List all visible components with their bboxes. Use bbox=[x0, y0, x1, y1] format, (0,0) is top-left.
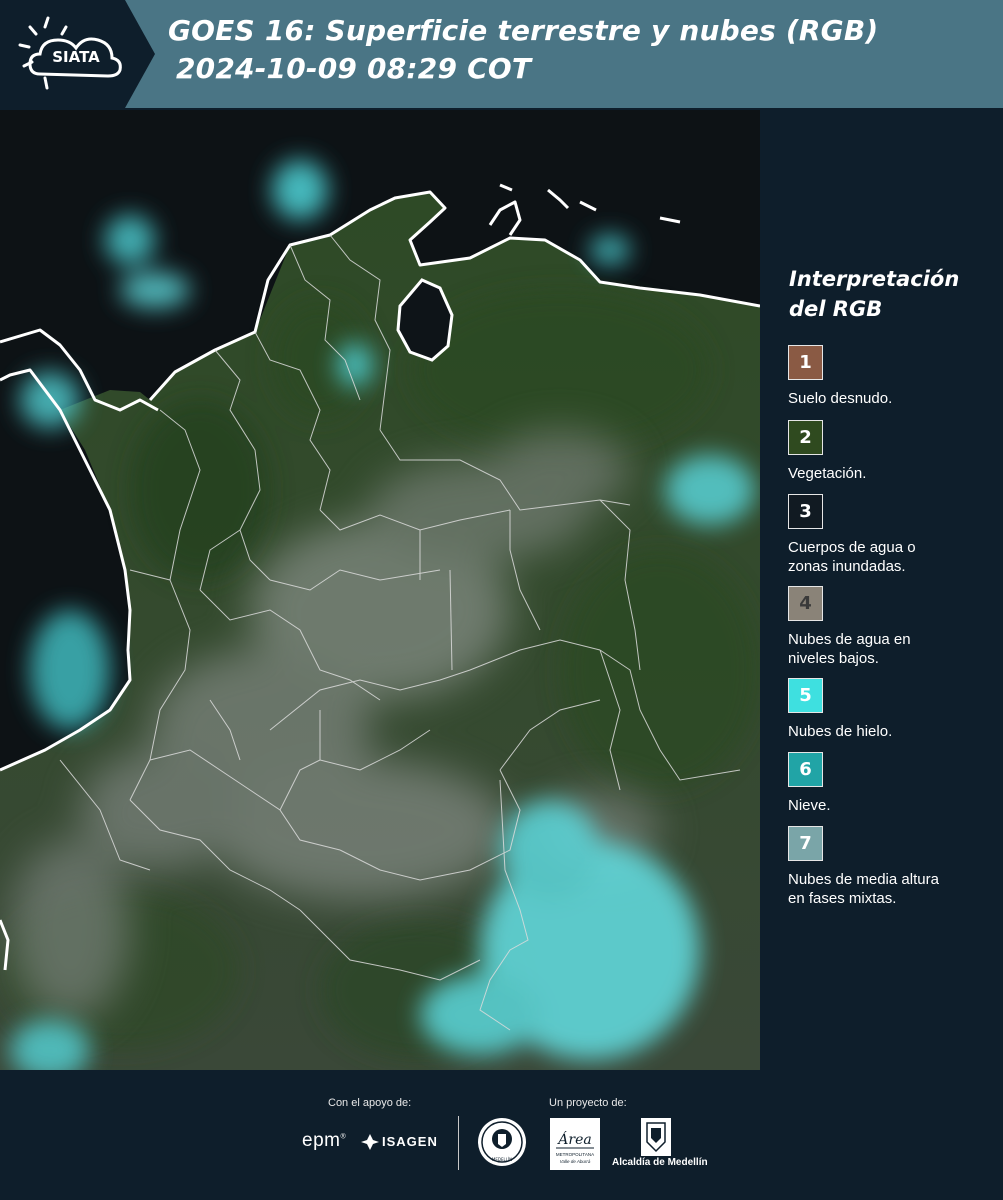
legend-label: Nieve. bbox=[788, 797, 831, 814]
alcaldia-shield-icon bbox=[641, 1118, 671, 1156]
legend-swatch: 2 bbox=[788, 420, 823, 455]
area-metropolitana-logo[interactable]: Área METROPOLITANA Valle de Aburrá bbox=[550, 1118, 600, 1170]
legend-swatch: 7 bbox=[788, 826, 823, 861]
epm-logo[interactable]: epm® bbox=[302, 1130, 346, 1152]
legend-label: Suelo desnudo. bbox=[788, 390, 893, 407]
isagen-icon bbox=[361, 1134, 379, 1150]
legend-label: Nubes de agua en niveles bajos. bbox=[788, 631, 911, 667]
legend-label: Nubes de media altura en fases mixtas. bbox=[788, 871, 939, 907]
svg-text:METROPOLITANA: METROPOLITANA bbox=[556, 1152, 594, 1157]
legend-title: Interpretación del RGB bbox=[789, 264, 989, 324]
legend-label: Cuerpos de agua o zonas inundadas. bbox=[788, 539, 916, 575]
rgb-legend: Interpretación del RGB 1 Suelo desnudo. … bbox=[760, 110, 1003, 1070]
legend-label: Nubes de hielo. bbox=[788, 723, 893, 740]
legend-swatch: 4 bbox=[788, 586, 823, 621]
svg-text:MEDELLÍN: MEDELLÍN bbox=[492, 1157, 512, 1162]
title-line-2: 2024-10-09 08:29 COT bbox=[176, 52, 532, 85]
footer: Con el apoyo de: Un proyecto de: epm® IS… bbox=[0, 1070, 1003, 1200]
page-title: GOES 16: Superficie terrestre y nubes (R… bbox=[168, 12, 878, 88]
legend-swatch: 6 bbox=[788, 752, 823, 787]
legend-item-vegetation: 2 Vegetación. bbox=[788, 420, 998, 483]
legend-title-line-1: Interpretación bbox=[789, 267, 960, 291]
medellin-seal-icon[interactable]: MEDELLÍN bbox=[476, 1116, 528, 1168]
legend-title-line-2: del RGB bbox=[789, 297, 883, 321]
svg-text:Valle de Aburrá: Valle de Aburrá bbox=[560, 1159, 591, 1164]
header-bar: SIATA GOES 16: Superficie terrestre y nu… bbox=[0, 0, 1003, 108]
title-line-1: GOES 16: Superficie terrestre y nubes (R… bbox=[168, 14, 879, 47]
project-label: Un proyecto de: bbox=[549, 1097, 627, 1109]
legend-item-low-water-clouds: 4 Nubes de agua en niveles bajos. bbox=[788, 586, 998, 668]
legend-item-bare-soil: 1 Suelo desnudo. bbox=[788, 345, 998, 408]
legend-item-mid-level-mixed-clouds: 7 Nubes de media altura en fases mixtas. bbox=[788, 826, 998, 908]
isagen-logo[interactable]: ISAGEN bbox=[382, 1134, 438, 1149]
siata-logo-text: SIATA bbox=[52, 48, 100, 66]
legend-item-snow: 6 Nieve. bbox=[788, 752, 998, 815]
satellite-map[interactable] bbox=[0, 110, 760, 1070]
legend-label: Vegetación. bbox=[788, 465, 867, 482]
legend-item-ice-clouds: 5 Nubes de hielo. bbox=[788, 678, 998, 741]
svg-text:Área: Área bbox=[556, 1130, 591, 1148]
siata-logo[interactable]: SIATA bbox=[0, 0, 155, 108]
alcaldia-label[interactable]: Alcaldía de Medellín bbox=[612, 1157, 708, 1168]
legend-item-water-bodies: 3 Cuerpos de agua o zonas inundadas. bbox=[788, 494, 998, 576]
support-label: Con el apoyo de: bbox=[328, 1097, 412, 1109]
legend-swatch: 5 bbox=[788, 678, 823, 713]
footer-divider bbox=[458, 1116, 459, 1170]
legend-swatch: 1 bbox=[788, 345, 823, 380]
legend-swatch: 3 bbox=[788, 494, 823, 529]
